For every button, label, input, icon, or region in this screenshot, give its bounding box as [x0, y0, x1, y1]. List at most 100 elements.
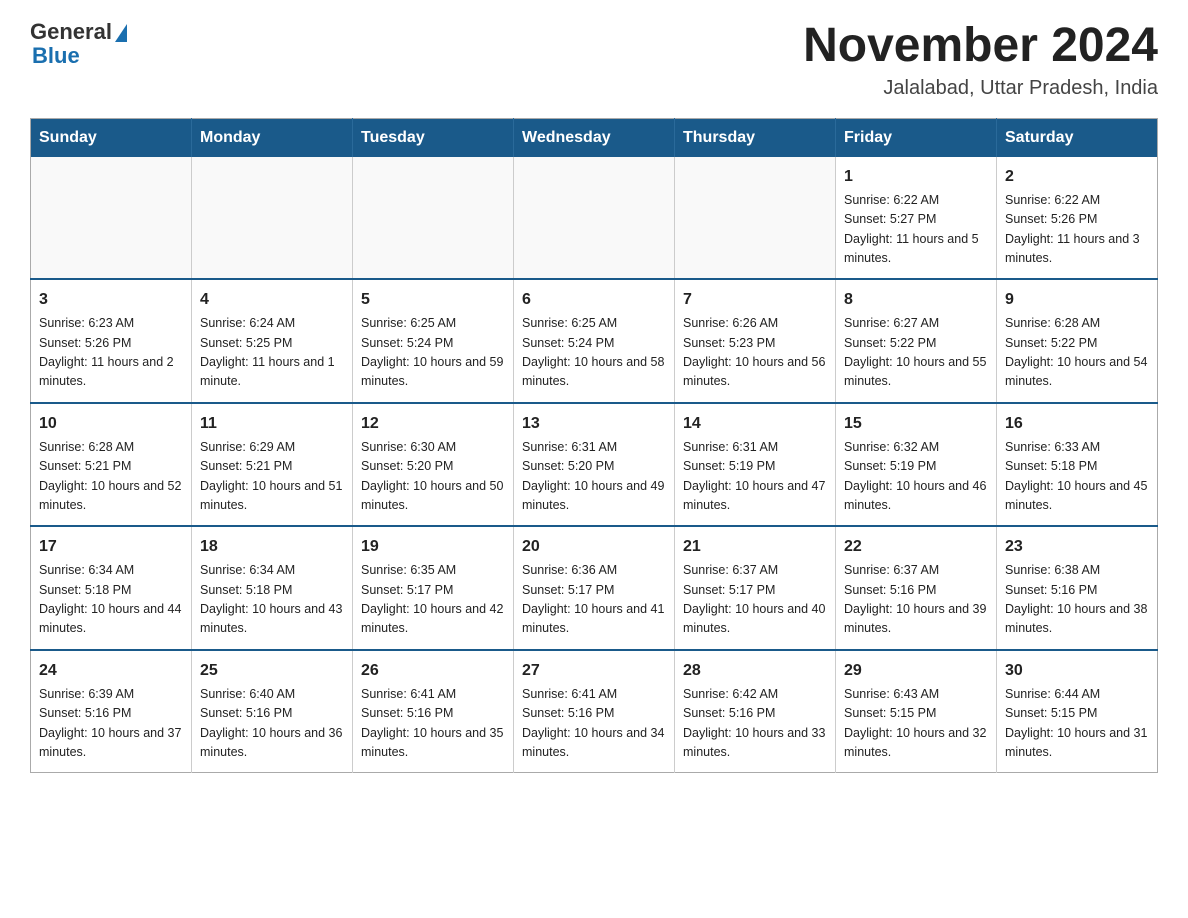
day-info: Sunrise: 6:31 AMSunset: 5:19 PMDaylight:… [683, 438, 827, 516]
day-number: 15 [844, 412, 988, 436]
day-number: 5 [361, 288, 505, 312]
col-tuesday: Tuesday [353, 118, 514, 157]
day-number: 18 [200, 535, 344, 559]
day-info: Sunrise: 6:35 AMSunset: 5:17 PMDaylight:… [361, 561, 505, 639]
calendar-cell [353, 157, 514, 280]
day-number: 14 [683, 412, 827, 436]
day-number: 19 [361, 535, 505, 559]
day-info: Sunrise: 6:41 AMSunset: 5:16 PMDaylight:… [361, 685, 505, 763]
calendar-cell: 24Sunrise: 6:39 AMSunset: 5:16 PMDayligh… [31, 650, 192, 773]
calendar-cell: 21Sunrise: 6:37 AMSunset: 5:17 PMDayligh… [675, 526, 836, 650]
header: General Blue November 2024 Jalalabad, Ut… [30, 20, 1158, 100]
col-saturday: Saturday [997, 118, 1158, 157]
day-number: 17 [39, 535, 183, 559]
col-monday: Monday [192, 118, 353, 157]
calendar-header: Sunday Monday Tuesday Wednesday Thursday… [31, 118, 1158, 157]
calendar-cell: 22Sunrise: 6:37 AMSunset: 5:16 PMDayligh… [836, 526, 997, 650]
day-number: 3 [39, 288, 183, 312]
calendar-cell: 14Sunrise: 6:31 AMSunset: 5:19 PMDayligh… [675, 403, 836, 527]
calendar-cell: 26Sunrise: 6:41 AMSunset: 5:16 PMDayligh… [353, 650, 514, 773]
title-area: November 2024 Jalalabad, Uttar Pradesh, … [803, 20, 1158, 100]
calendar-cell: 28Sunrise: 6:42 AMSunset: 5:16 PMDayligh… [675, 650, 836, 773]
calendar-cell: 8Sunrise: 6:27 AMSunset: 5:22 PMDaylight… [836, 279, 997, 403]
calendar-cell: 3Sunrise: 6:23 AMSunset: 5:26 PMDaylight… [31, 279, 192, 403]
day-number: 22 [844, 535, 988, 559]
day-number: 28 [683, 659, 827, 683]
day-number: 13 [522, 412, 666, 436]
calendar-cell: 1Sunrise: 6:22 AMSunset: 5:27 PMDaylight… [836, 157, 997, 280]
calendar-week-row: 24Sunrise: 6:39 AMSunset: 5:16 PMDayligh… [31, 650, 1158, 773]
day-number: 1 [844, 165, 988, 189]
calendar-week-row: 3Sunrise: 6:23 AMSunset: 5:26 PMDaylight… [31, 279, 1158, 403]
logo: General Blue [30, 20, 127, 68]
col-friday: Friday [836, 118, 997, 157]
logo-triangle-icon [115, 24, 127, 42]
day-number: 16 [1005, 412, 1149, 436]
day-number: 23 [1005, 535, 1149, 559]
col-wednesday: Wednesday [514, 118, 675, 157]
calendar-week-row: 17 Sunrise: 6:34 AMSunset: 5:18 PMDayligh… [31, 526, 1158, 650]
logo-text-blue: Blue [30, 44, 127, 68]
calendar-cell: 30Sunrise: 6:44 AMSunset: 5:15 PMDayligh… [997, 650, 1158, 773]
calendar-cell: 19Sunrise: 6:35 AMSunset: 5:17 PMDayligh… [353, 526, 514, 650]
day-number: 30 [1005, 659, 1149, 683]
day-number: 7 [683, 288, 827, 312]
calendar-cell: 23Sunrise: 6:38 AMSunset: 5:16 PMDayligh… [997, 526, 1158, 650]
day-info: Sunrise: 6:32 AMSunset: 5:19 PMDaylight:… [844, 438, 988, 516]
day-number: 29 [844, 659, 988, 683]
calendar-cell: 12Sunrise: 6:30 AMSunset: 5:20 PMDayligh… [353, 403, 514, 527]
day-info: Sunrise: 6:29 AMSunset: 5:21 PMDaylight:… [200, 438, 344, 516]
calendar-cell [675, 157, 836, 280]
day-number: 8 [844, 288, 988, 312]
day-info: Sunrise: 6:27 AMSunset: 5:22 PMDaylight:… [844, 314, 988, 392]
calendar-cell: 5Sunrise: 6:25 AMSunset: 5:24 PMDaylight… [353, 279, 514, 403]
calendar-body: 1Sunrise: 6:22 AMSunset: 5:27 PMDaylight… [31, 157, 1158, 773]
day-info: Sunrise: 6:24 AMSunset: 5:25 PMDaylight:… [200, 314, 344, 392]
day-info: Sunrise: 6:37 AMSunset: 5:17 PMDaylight:… [683, 561, 827, 639]
day-number: 24 [39, 659, 183, 683]
logo-text-general: General [30, 20, 112, 44]
day-number: 2 [1005, 165, 1149, 189]
calendar-week-row: 1Sunrise: 6:22 AMSunset: 5:27 PMDaylight… [31, 157, 1158, 280]
day-info: Sunrise: 6:30 AMSunset: 5:20 PMDaylight:… [361, 438, 505, 516]
calendar-cell [514, 157, 675, 280]
col-thursday: Thursday [675, 118, 836, 157]
day-number: 20 [522, 535, 666, 559]
calendar-cell: 20Sunrise: 6:36 AMSunset: 5:17 PMDayligh… [514, 526, 675, 650]
day-info: Sunrise: 6:40 AMSunset: 5:16 PMDaylight:… [200, 685, 344, 763]
calendar-cell: 13Sunrise: 6:31 AMSunset: 5:20 PMDayligh… [514, 403, 675, 527]
day-info: Sunrise: 6:34 AMSunset: 5:18 PMDaylight:… [200, 561, 344, 639]
day-info: Sunrise: 6:22 AMSunset: 5:27 PMDaylight:… [844, 191, 988, 269]
day-number: 6 [522, 288, 666, 312]
day-info: Sunrise: 6:43 AMSunset: 5:15 PMDaylight:… [844, 685, 988, 763]
day-info: Sunrise: 6:31 AMSunset: 5:20 PMDaylight:… [522, 438, 666, 516]
day-number: 26 [361, 659, 505, 683]
day-info: Sunrise: 6:25 AMSunset: 5:24 PMDaylight:… [522, 314, 666, 392]
day-info: Sunrise: 6:33 AMSunset: 5:18 PMDaylight:… [1005, 438, 1149, 516]
day-number: 10 [39, 412, 183, 436]
calendar-cell: 9Sunrise: 6:28 AMSunset: 5:22 PMDaylight… [997, 279, 1158, 403]
calendar-cell: 11Sunrise: 6:29 AMSunset: 5:21 PMDayligh… [192, 403, 353, 527]
day-info: Sunrise: 6:38 AMSunset: 5:16 PMDaylight:… [1005, 561, 1149, 639]
day-info: Sunrise: 6:42 AMSunset: 5:16 PMDaylight:… [683, 685, 827, 763]
calendar-cell: 18Sunrise: 6:34 AMSunset: 5:18 PMDayligh… [192, 526, 353, 650]
calendar-cell: 6Sunrise: 6:25 AMSunset: 5:24 PMDaylight… [514, 279, 675, 403]
calendar-cell: 7Sunrise: 6:26 AMSunset: 5:23 PMDaylight… [675, 279, 836, 403]
col-sunday: Sunday [31, 118, 192, 157]
day-info: Sunrise: 6:23 AMSunset: 5:26 PMDaylight:… [39, 314, 183, 392]
calendar-cell: 16Sunrise: 6:33 AMSunset: 5:18 PMDayligh… [997, 403, 1158, 527]
calendar-week-row: 10Sunrise: 6:28 AMSunset: 5:21 PMDayligh… [31, 403, 1158, 527]
calendar-cell [31, 157, 192, 280]
location-subtitle: Jalalabad, Uttar Pradesh, India [803, 77, 1158, 100]
page-title: November 2024 [803, 20, 1158, 73]
day-info: Sunrise: 6:28 AMSunset: 5:21 PMDaylight:… [39, 438, 183, 516]
day-number: 4 [200, 288, 344, 312]
calendar-table: Sunday Monday Tuesday Wednesday Thursday… [30, 118, 1158, 774]
calendar-cell: 25Sunrise: 6:40 AMSunset: 5:16 PMDayligh… [192, 650, 353, 773]
day-number: 21 [683, 535, 827, 559]
day-info: Sunrise: 6:26 AMSunset: 5:23 PMDaylight:… [683, 314, 827, 392]
day-info: Sunrise: 6:25 AMSunset: 5:24 PMDaylight:… [361, 314, 505, 392]
calendar-cell: 2Sunrise: 6:22 AMSunset: 5:26 PMDaylight… [997, 157, 1158, 280]
calendar-cell: 27Sunrise: 6:41 AMSunset: 5:16 PMDayligh… [514, 650, 675, 773]
calendar-cell: 29Sunrise: 6:43 AMSunset: 5:15 PMDayligh… [836, 650, 997, 773]
